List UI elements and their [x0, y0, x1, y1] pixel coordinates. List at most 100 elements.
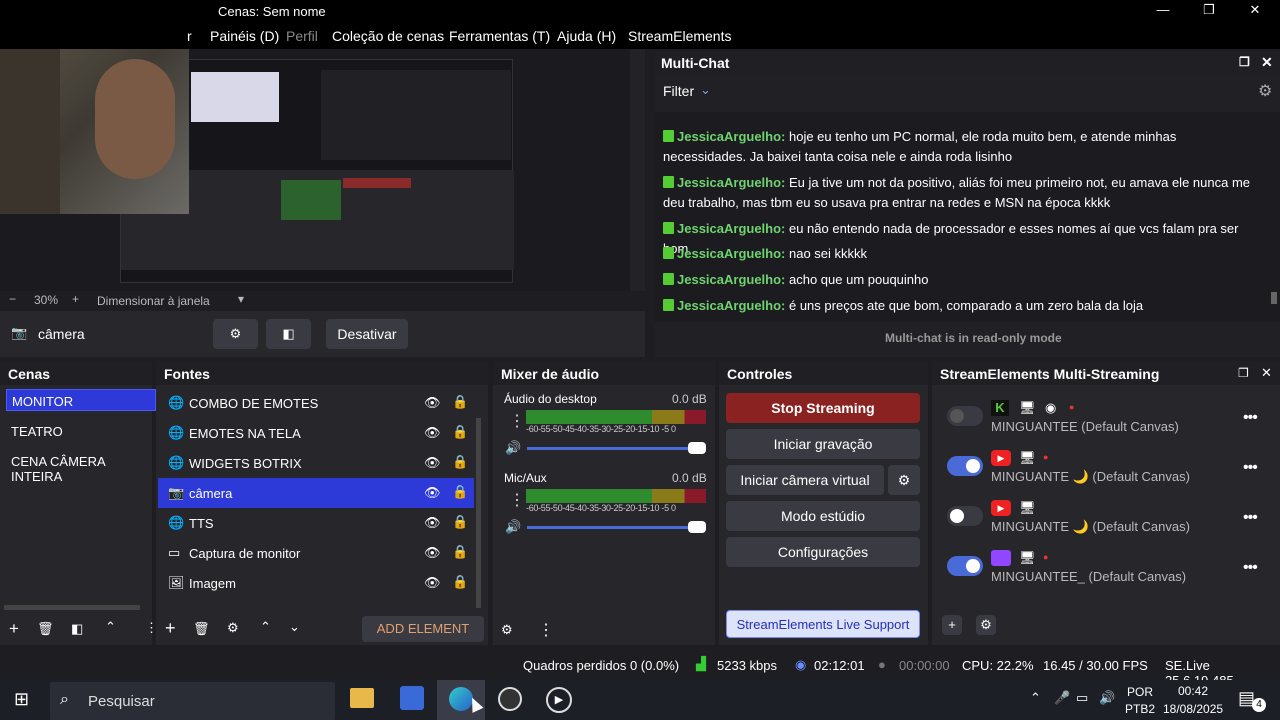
- close-button[interactable]: ✕: [1240, 2, 1270, 20]
- more-icon[interactable]: •••: [1243, 459, 1258, 477]
- microphone-icon[interactable]: 🎤: [1054, 690, 1070, 706]
- scene-item[interactable]: CENA CÂMERA INTEIRA: [0, 454, 152, 484]
- minimize-button[interactable]: —: [1148, 2, 1178, 20]
- gear-icon[interactable]: ⚙: [501, 622, 513, 638]
- lock-icon[interactable]: 🔒: [452, 544, 468, 560]
- zoom-out-button[interactable]: −: [9, 292, 16, 306]
- down-icon[interactable]: ⌄: [289, 619, 300, 635]
- keyboard-layout[interactable]: PTB2: [1125, 702, 1155, 716]
- more-icon[interactable]: ⋮: [509, 411, 525, 431]
- zoom-mode[interactable]: Dimensionar à janela: [97, 294, 210, 308]
- source-item[interactable]: ▭ Captura de monitor 👁 🔒: [158, 538, 474, 568]
- source-item[interactable]: 🌐 EMOTES NA TELA 👁 🔒: [158, 418, 474, 448]
- search-box[interactable]: ⌕ Pesquisar: [50, 682, 335, 720]
- source-item[interactable]: 🌐 WIDGETS BOTRIX 👁 🔒: [158, 448, 474, 478]
- gear-icon[interactable]: ⚙: [976, 615, 996, 635]
- trash-icon[interactable]: 🗑: [193, 621, 210, 637]
- eye-icon[interactable]: 👁: [424, 425, 441, 441]
- menu-tools[interactable]: Ferramentas (T): [449, 28, 550, 44]
- up-icon[interactable]: ⌃: [260, 619, 271, 635]
- speaker-icon[interactable]: 🔊: [505, 440, 521, 456]
- volume-slider-handle[interactable]: [688, 442, 706, 454]
- source-item[interactable]: 🖼 Imagem 👁 🔒: [158, 568, 474, 598]
- menu-item[interactable]: r: [187, 28, 192, 44]
- stream-toggle[interactable]: [947, 406, 983, 426]
- close-icon[interactable]: ✕: [1261, 365, 1272, 381]
- chevron-up-icon[interactable]: ⌃: [1030, 690, 1041, 706]
- gear-icon[interactable]: ⚙: [213, 319, 258, 349]
- maximize-button[interactable]: ❐: [1194, 2, 1224, 20]
- more-icon[interactable]: •••: [1243, 409, 1258, 427]
- more-icon[interactable]: ⋮: [538, 620, 554, 640]
- live-support-button[interactable]: StreamElements Live Support: [726, 610, 920, 638]
- menu-scene-collection[interactable]: Coleção de cenas: [332, 28, 444, 44]
- lock-icon[interactable]: 🔒: [452, 514, 468, 530]
- windows-start-icon[interactable]: ⊞: [14, 689, 29, 710]
- eye-icon[interactable]: 👁: [424, 455, 441, 471]
- stream-toggle[interactable]: [947, 556, 983, 576]
- trash-icon[interactable]: 🗑: [37, 621, 54, 637]
- volume-slider[interactable]: [527, 526, 705, 529]
- clock-time[interactable]: 00:42: [1178, 684, 1208, 698]
- source-item[interactable]: 🌐 TTS 👁 🔒: [158, 508, 474, 538]
- menu-profile[interactable]: Perfil: [286, 28, 318, 44]
- add-element-button[interactable]: ADD ELEMENT: [362, 616, 484, 642]
- float-icon[interactable]: ❐: [1238, 366, 1249, 380]
- folder-icon[interactable]: [350, 688, 374, 708]
- menu-help[interactable]: Ajuda (H): [557, 28, 616, 44]
- eye-icon[interactable]: 👁: [424, 545, 441, 561]
- network-icon[interactable]: ▭: [1076, 690, 1088, 706]
- scene-item[interactable]: MONITOR: [6, 389, 156, 411]
- virtual-camera-button[interactable]: Iniciar câmera virtual: [726, 465, 884, 495]
- add-destination-button[interactable]: +: [942, 615, 962, 635]
- more-icon[interactable]: •••: [1243, 509, 1258, 527]
- store-icon[interactable]: [400, 686, 424, 710]
- gear-icon[interactable]: ⚙: [227, 620, 239, 636]
- float-icon[interactable]: ❐: [1239, 55, 1250, 69]
- more-icon[interactable]: •••: [1243, 559, 1258, 577]
- eye-icon[interactable]: 👁: [424, 485, 441, 501]
- volume-slider-handle[interactable]: [688, 521, 706, 533]
- sources-scrollbar[interactable]: [476, 418, 481, 608]
- clock-date[interactable]: 18/08/2025: [1163, 702, 1223, 716]
- settings-button[interactable]: Configurações: [726, 537, 920, 567]
- filters-icon[interactable]: ◧: [266, 319, 311, 349]
- media-player-icon[interactable]: ▶: [546, 687, 572, 713]
- add-source-button[interactable]: +: [165, 618, 176, 639]
- stop-streaming-button[interactable]: Stop Streaming: [726, 393, 920, 423]
- chevron-down-icon[interactable]: ▾: [238, 292, 244, 306]
- language[interactable]: POR: [1127, 685, 1153, 699]
- deactivate-button[interactable]: Desativar: [326, 319, 408, 349]
- chat-scrollbar[interactable]: [1271, 292, 1277, 304]
- lock-icon[interactable]: 🔒: [452, 424, 468, 440]
- source-item[interactable]: 🌐 COMBO DE EMOTES 👁 🔒: [158, 388, 474, 418]
- lock-icon[interactable]: 🔒: [452, 484, 468, 500]
- lock-icon[interactable]: 🔒: [452, 454, 468, 470]
- menu-streamelements[interactable]: StreamElements: [628, 28, 731, 44]
- eye-icon[interactable]: 👁: [424, 575, 441, 591]
- menu-panels[interactable]: Painéis (D): [210, 28, 279, 44]
- scenes-scrollbar[interactable]: [4, 605, 140, 610]
- gear-icon[interactable]: ⚙: [888, 465, 920, 495]
- stream-toggle[interactable]: [947, 506, 983, 526]
- lock-icon[interactable]: 🔒: [452, 394, 468, 410]
- speaker-icon[interactable]: 🔊: [505, 519, 521, 535]
- filters-icon[interactable]: ◧: [71, 621, 83, 637]
- eye-icon[interactable]: 👁: [424, 395, 441, 411]
- up-icon[interactable]: ⌃: [105, 619, 116, 635]
- eye-icon[interactable]: 👁: [424, 515, 441, 531]
- source-item[interactable]: 📷 câmera 👁 🔒: [158, 478, 474, 508]
- stream-toggle[interactable]: [947, 456, 983, 476]
- preview-scrollbar[interactable]: [630, 49, 645, 291]
- chat-filter[interactable]: Filter: [663, 83, 694, 99]
- start-recording-button[interactable]: Iniciar gravação: [726, 429, 920, 459]
- add-scene-button[interactable]: +: [9, 619, 19, 639]
- more-icon[interactable]: ⋮: [509, 490, 525, 510]
- close-icon[interactable]: ✕: [1261, 54, 1273, 71]
- volume-icon[interactable]: 🔊: [1099, 690, 1115, 706]
- lock-icon[interactable]: 🔒: [452, 574, 468, 590]
- preview-canvas[interactable]: [0, 49, 645, 291]
- scene-item[interactable]: TEATRO: [0, 424, 63, 452]
- volume-slider[interactable]: [527, 447, 705, 450]
- gear-icon[interactable]: ⚙: [1258, 81, 1272, 101]
